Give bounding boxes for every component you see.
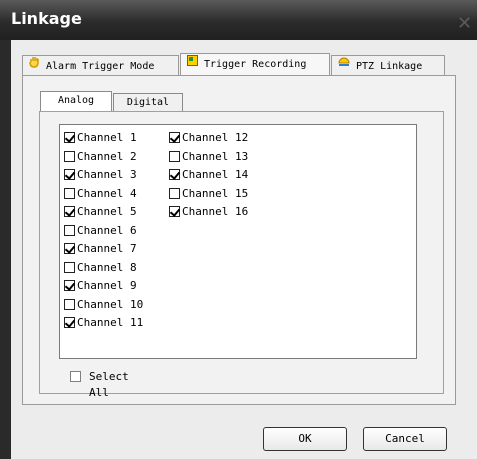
channel-label: Channel 15: [182, 186, 249, 200]
checkbox-box[interactable]: [64, 224, 75, 236]
checkbox-box[interactable]: [169, 187, 180, 199]
tab-trigger-recording[interactable]: Trigger Recording: [180, 53, 330, 77]
checkbox-box[interactable]: [64, 317, 75, 328]
channel-label: Channel 13: [182, 149, 249, 163]
tab-alarm-trigger-mode[interactable]: Alarm Trigger Mode: [22, 55, 179, 77]
tab-analog[interactable]: Analog: [40, 91, 112, 113]
tab-label: Digital: [126, 97, 170, 108]
checkbox-box[interactable]: [64, 261, 75, 273]
title-bar[interactable]: Linkage ✕: [0, 0, 477, 40]
checkbox-box[interactable]: [64, 206, 75, 217]
tab-label: Analog: [57, 95, 95, 106]
channel-label: Channel 12: [182, 131, 249, 144]
checkbox-box[interactable]: [64, 280, 75, 291]
select-all-label: Select All: [89, 370, 129, 399]
checkbox-box[interactable]: [169, 150, 180, 162]
tab-ptz-linkage[interactable]: PTZ Linkage: [331, 55, 445, 77]
checkbox-box[interactable]: [64, 187, 75, 199]
channel-label: Channel 9: [77, 279, 137, 292]
tab-label: PTZ Linkage: [356, 61, 423, 72]
cancel-button[interactable]: Cancel: [363, 427, 447, 451]
ptz-dome-icon: [338, 56, 350, 76]
record-icon: [187, 54, 198, 74]
channel-label: Channel 5: [77, 205, 137, 218]
checkbox-box[interactable]: [64, 169, 75, 180]
checkbox-box[interactable]: [64, 150, 75, 162]
checkbox-box[interactable]: [70, 371, 81, 382]
checkbox-box[interactable]: [64, 298, 75, 310]
dialog-title: Linkage: [11, 9, 82, 28]
channel-label: Channel 1: [77, 131, 137, 144]
channel-label: Channel 14: [182, 168, 249, 181]
channel-label: Channel 8: [77, 260, 137, 274]
window-border: [0, 40, 11, 459]
channel-label: Channel 7: [77, 242, 137, 255]
checkbox-box[interactable]: [64, 132, 75, 143]
channel-label: Channel 2: [77, 149, 137, 163]
checkbox-box[interactable]: [64, 243, 75, 254]
channel-label: Channel 16: [182, 205, 249, 218]
channel-label: Channel 3: [77, 168, 137, 181]
checkbox-box[interactable]: [169, 206, 180, 217]
ok-button[interactable]: OK: [263, 427, 347, 451]
checkbox-box[interactable]: [169, 169, 180, 180]
linkage-dialog: Linkage ✕ Alarm Trigger Mode Trigger Rec…: [0, 0, 477, 459]
checkbox-box[interactable]: [169, 132, 180, 143]
hand-icon: [29, 56, 40, 76]
channel-list[interactable]: Channel 1 Channel 2 Channel 3 Channel 4 Chan…: [59, 124, 417, 359]
tab-digital[interactable]: Digital: [113, 93, 183, 113]
channel-label: Channel 10: [77, 297, 144, 311]
tab-label: Trigger Recording: [204, 59, 307, 70]
tab-label: Alarm Trigger Mode: [46, 61, 155, 72]
close-button[interactable]: ✕: [457, 14, 477, 34]
channel-label: Channel 4: [77, 186, 137, 200]
channel-label: Channel 11: [77, 316, 144, 329]
channel-label: Channel 6: [77, 223, 137, 237]
